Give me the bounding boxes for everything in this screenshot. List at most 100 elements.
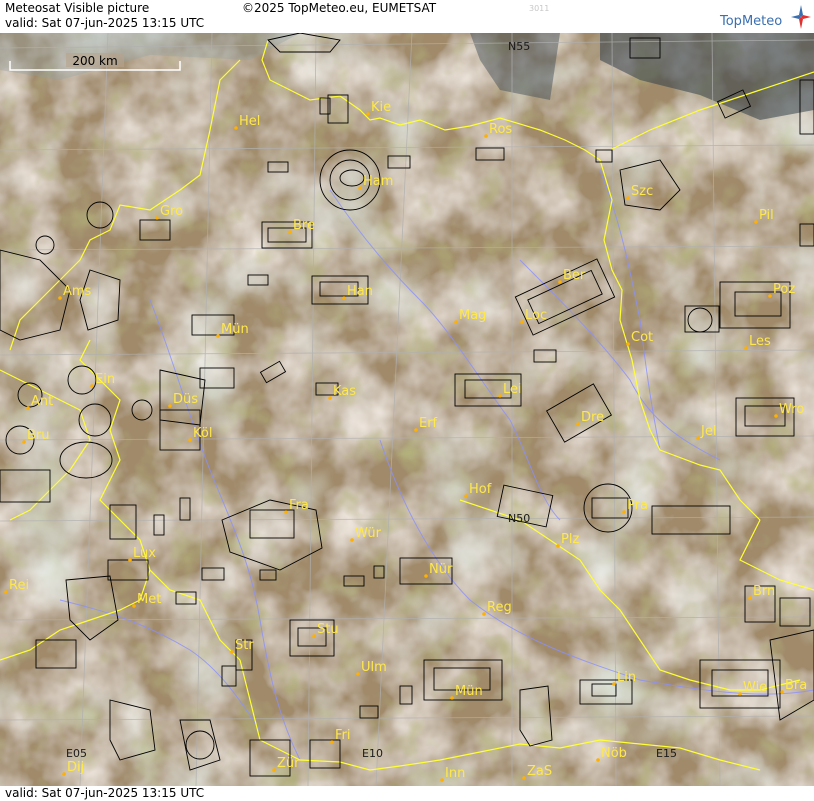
city-label-mue: Mün xyxy=(455,684,483,699)
footer-bar: valid: Sat 07-jun-2025 13:15 UTC xyxy=(0,786,814,801)
city-dot-brn xyxy=(748,596,752,600)
city-dot-kas xyxy=(328,396,332,400)
city-dot-wro xyxy=(774,414,778,418)
city-dot-gro xyxy=(155,216,159,220)
city-dot-bra xyxy=(780,690,784,694)
city-dot-reg xyxy=(482,612,486,616)
city-dot-rei xyxy=(4,590,8,594)
scale-bar-label: 200 km xyxy=(72,54,117,68)
city-dot-fri xyxy=(330,740,334,744)
city-dot-zur xyxy=(272,768,276,772)
city-label-wro: Wro xyxy=(779,402,804,417)
city-dot-ein xyxy=(90,384,94,388)
city-label-ham: Ham xyxy=(363,174,393,189)
city-label-stu: Stu xyxy=(317,622,339,637)
header-bar: Meteosat Visible picture valid: Sat 07-j… xyxy=(0,0,814,33)
city-label-hof: Hof xyxy=(469,482,492,497)
city-dot-loc xyxy=(520,320,524,324)
city-label-kas: Kas xyxy=(333,384,356,399)
city-label-wur: Wür xyxy=(355,526,382,541)
city-dot-bru xyxy=(22,440,26,444)
city-label-bra: Bra xyxy=(785,678,807,693)
city-dot-kie xyxy=(366,112,370,116)
city-dot-kol xyxy=(188,438,192,442)
city-dot-zas xyxy=(522,776,526,780)
city-dot-szc xyxy=(626,196,630,200)
city-label-kie: Kie xyxy=(371,100,391,115)
city-dot-ber xyxy=(558,280,562,284)
image-code: 3011 xyxy=(529,4,550,13)
city-label-rei: Rei xyxy=(9,578,29,593)
city-dot-mun xyxy=(216,334,220,338)
city-label-dus: Düs xyxy=(173,392,198,407)
city-label-lei: Lei xyxy=(503,382,522,397)
grid-label-e05: E05 xyxy=(66,747,87,760)
city-label-hel: Hel xyxy=(239,114,260,129)
city-dot-erf xyxy=(414,428,418,432)
city-dot-han xyxy=(342,296,346,300)
city-label-erf: Erf xyxy=(419,416,438,431)
city-label-kol: Köl xyxy=(193,426,212,441)
valid-time-top: valid: Sat 07-jun-2025 13:15 UTC xyxy=(5,16,205,30)
city-label-brn: Brn xyxy=(753,584,775,599)
city-dot-str xyxy=(230,650,234,654)
city-label-ulm: Ulm xyxy=(361,660,387,675)
topmeteo-logo[interactable]: TopMeteo xyxy=(720,4,812,30)
city-dot-mue xyxy=(450,696,454,700)
city-dot-nob xyxy=(596,758,600,762)
city-label-gro: Gro xyxy=(160,204,183,219)
city-dot-les xyxy=(744,346,748,350)
city-label-met: Met xyxy=(137,592,161,607)
city-dot-nur xyxy=(424,574,428,578)
city-label-wie: Wie xyxy=(743,680,767,695)
city-label-dre: Dre xyxy=(581,410,604,425)
city-label-jel: Jel xyxy=(700,424,716,439)
city-dot-dij xyxy=(62,772,66,776)
city-label-bru: Bru xyxy=(27,428,50,443)
city-dot-plz xyxy=(556,544,560,548)
map-title: Meteosat Visible picture xyxy=(5,1,150,15)
grid-label-n55: N55 xyxy=(508,40,530,53)
city-dot-bre xyxy=(288,230,292,234)
city-label-les: Les xyxy=(749,334,771,349)
valid-time-bottom: valid: Sat 07-jun-2025 13:15 UTC xyxy=(5,786,205,800)
city-dot-ros xyxy=(484,134,488,138)
city-dot-pra xyxy=(622,510,626,514)
city-label-fra: Fra xyxy=(289,498,309,513)
city-label-fri: Fri xyxy=(335,728,351,743)
city-label-ber: Ber xyxy=(563,268,586,283)
satellite-map[interactable]: 200 km N55 N50 E05 E10 E15 Kie Hel Ros Ham Szc Gr… xyxy=(0,33,814,786)
city-dot-ham xyxy=(358,186,362,190)
city-dot-hel xyxy=(234,126,238,130)
map-canvas: 200 km N55 N50 E05 E10 E15 Kie Hel Ros Ham Szc Gr… xyxy=(0,33,814,786)
city-dot-dus xyxy=(168,404,172,408)
city-label-ros: Ros xyxy=(489,122,512,137)
city-label-lin: Lin xyxy=(617,670,636,685)
city-label-nur: Nür xyxy=(429,562,453,577)
city-label-pra: Pra xyxy=(627,498,648,513)
copyright-text: ©2025 TopMeteo.eu, EUMETSAT xyxy=(242,1,437,15)
city-dot-wie xyxy=(738,692,742,696)
logo-text: TopMeteo xyxy=(720,14,783,29)
city-label-mag: Mag xyxy=(459,308,486,323)
city-label-bre: Bre xyxy=(293,218,315,233)
city-dot-ant xyxy=(26,406,30,410)
city-label-ant: Ant xyxy=(31,394,53,409)
city-label-cot: Cot xyxy=(631,330,653,345)
meteosat-viewer: Meteosat Visible picture valid: Sat 07-j… xyxy=(0,0,814,801)
city-dot-met xyxy=(132,604,136,608)
city-dot-hof xyxy=(464,494,468,498)
city-dot-cot xyxy=(626,342,630,346)
grid-label-e10: E10 xyxy=(362,747,383,760)
city-label-lux: Lux xyxy=(133,546,156,561)
grid-label-e15: E15 xyxy=(656,747,677,760)
city-label-mun: Mün xyxy=(221,322,249,337)
city-dot-lux xyxy=(128,558,132,562)
city-label-han: Han xyxy=(347,284,373,299)
city-label-reg: Reg xyxy=(487,600,512,615)
city-dot-stu xyxy=(312,634,316,638)
city-dot-lin xyxy=(612,682,616,686)
city-label-pil: Pil xyxy=(759,208,774,223)
city-label-szc: Szc xyxy=(631,184,653,199)
city-dot-jel xyxy=(696,436,700,440)
